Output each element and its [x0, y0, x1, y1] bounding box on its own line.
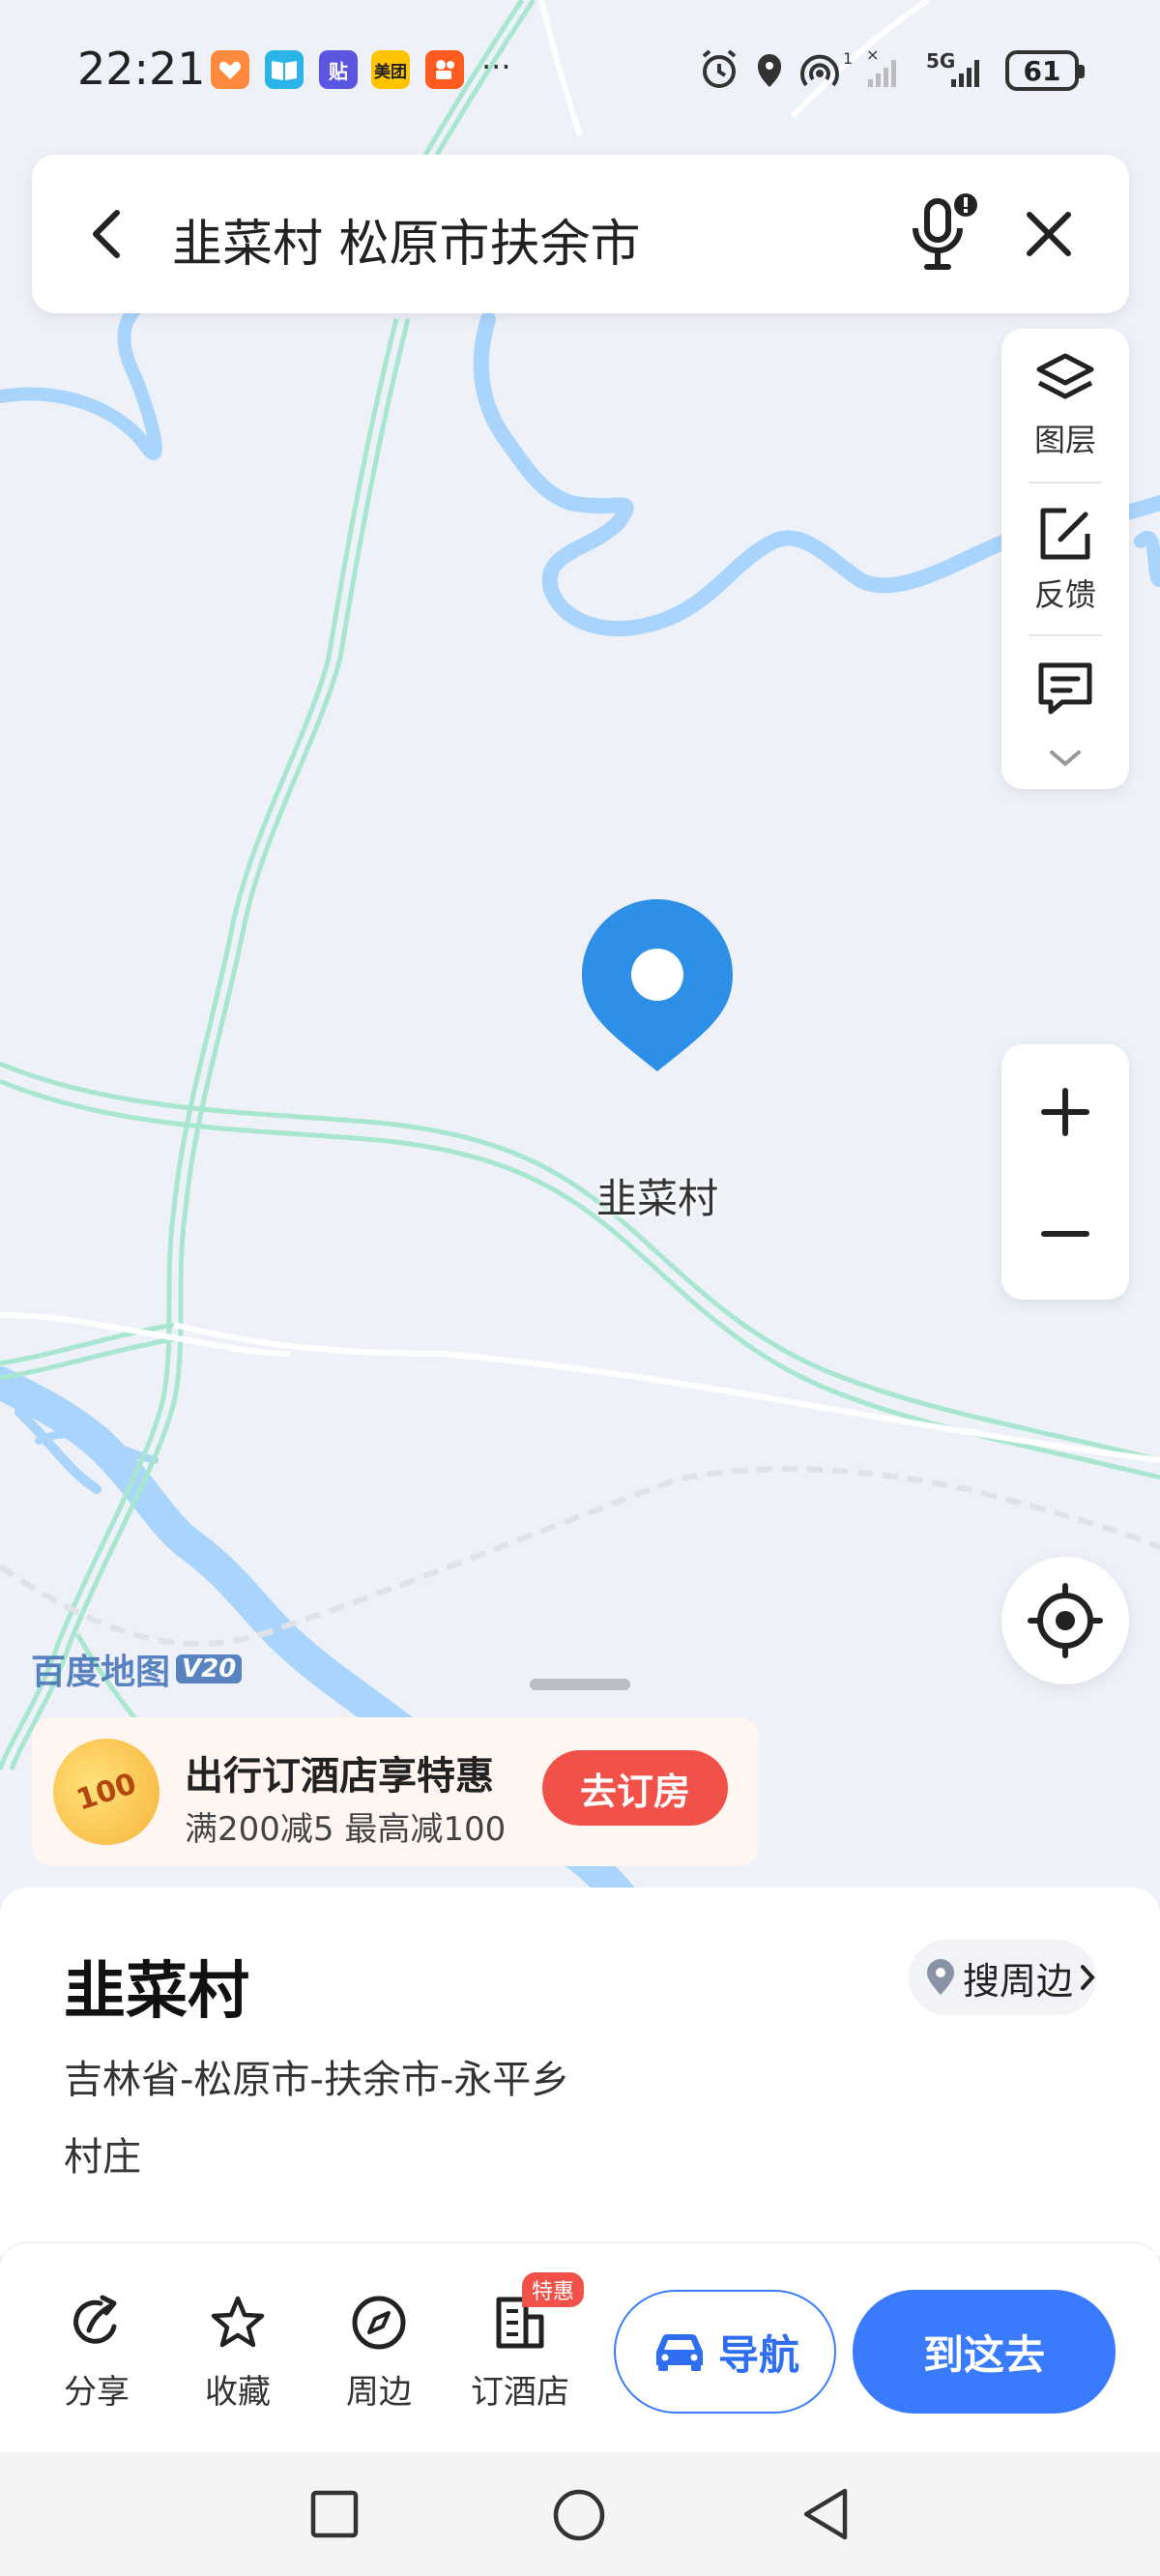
location-pin-icon	[582, 899, 733, 1071]
network-type-label: 5G	[926, 49, 955, 73]
car-icon	[655, 2334, 703, 2371]
pin-icon	[927, 1959, 954, 1995]
deal-badge: 特惠	[522, 2272, 585, 2307]
search-nearby-label: 搜周边	[963, 1959, 1074, 2003]
hotel-promo-banner[interactable]: 100 出行订酒店享特惠 满200减5 最高减100 去订房	[32, 1717, 759, 1866]
share-label: 分享	[64, 2373, 130, 2412]
more-notifications-icon: ···	[481, 48, 511, 85]
place-info-card: 韭菜村 搜周边 吉林省-松原市-扶余市-永平乡 村庄	[0, 1888, 1160, 2255]
place-category: 村庄	[64, 2135, 141, 2180]
status-time: 22:21	[77, 43, 206, 95]
chevron-down-icon[interactable]	[1048, 746, 1083, 770]
feedback-button[interactable]: 反馈	[1001, 505, 1129, 615]
status-bar: 22:21 贴 美团 ··· 1 × 5G 61	[0, 0, 1160, 145]
river	[1134, 531, 1160, 587]
reader-app-icon	[265, 50, 304, 89]
layers-icon	[1036, 353, 1094, 399]
go-here-button[interactable]: 到这去	[853, 2290, 1116, 2414]
search-nearby-button[interactable]: 搜周边	[909, 1940, 1096, 2015]
book-hotel-button[interactable]: 去订房	[542, 1750, 728, 1826]
share-button[interactable]: 分享	[39, 2294, 155, 2413]
zoom-out-icon[interactable]	[1036, 1205, 1094, 1263]
kuaishou-app-icon	[425, 50, 464, 89]
book-hotel-action-button[interactable]: 订酒店	[462, 2294, 578, 2413]
road	[0, 1312, 291, 1357]
hotel-label: 订酒店	[471, 2373, 569, 2412]
back-arrow-icon[interactable]	[80, 205, 138, 263]
drag-handle[interactable]	[530, 1679, 630, 1690]
svg-text:×: ×	[866, 46, 879, 64]
promo-subtitle: 满200减5 最高减100	[185, 1810, 507, 1849]
message-icon	[1038, 662, 1092, 715]
navigate-label: 导航	[717, 2330, 799, 2379]
feedback-label: 反馈	[1033, 576, 1096, 613]
location-icon	[758, 54, 781, 87]
microphone-icon[interactable]	[902, 191, 979, 278]
signal-strength-icon	[951, 60, 979, 87]
svg-text:1: 1	[843, 49, 853, 68]
home-circle-icon[interactable]	[551, 2487, 607, 2543]
signal-strength-icon	[868, 60, 896, 87]
meituan-app-icon: 美团	[371, 50, 410, 89]
messages-button[interactable]	[1001, 659, 1129, 721]
marker-label[interactable]: 韭菜村	[561, 1166, 754, 1225]
favorite-button[interactable]: 收藏	[180, 2294, 296, 2413]
hotspot-icon	[800, 54, 839, 87]
my-location-button[interactable]	[1001, 1557, 1129, 1684]
map-logo-text: 百度地图	[31, 1653, 171, 1692]
place-name: 韭菜村	[64, 1956, 249, 2028]
taobao-app-icon	[211, 50, 249, 89]
back-triangle-icon[interactable]	[798, 2485, 853, 2543]
alarm-icon	[702, 49, 737, 88]
edit-icon	[1040, 508, 1090, 560]
river	[0, 303, 162, 460]
nearby-label: 周边	[346, 2373, 412, 2412]
tieba-app-icon: 贴	[319, 50, 358, 89]
layers-button[interactable]: 图层	[1001, 350, 1129, 460]
coupon-badge: 100	[39, 1724, 174, 1859]
close-icon[interactable]	[1020, 205, 1078, 263]
system-navigation-bar	[0, 2452, 1160, 2576]
search-bar[interactable]: 韭菜村 松原市扶余市	[32, 155, 1129, 313]
road	[173, 1322, 1160, 1463]
navigate-button[interactable]: 导航	[614, 2290, 836, 2414]
map-brand-logo: 百度地图 V20	[31, 1644, 243, 1694]
battery-indicator: 61	[1005, 50, 1085, 91]
railway	[0, 1466, 1160, 1647]
share-icon	[73, 2295, 117, 2344]
layers-label: 图层	[1033, 422, 1096, 458]
compass-icon	[352, 2296, 406, 2350]
place-address: 吉林省-松原市-扶余市-永平乡	[64, 2058, 570, 2102]
action-bar: 分享 收藏 周边 订酒店 特惠 导航 到这去	[0, 2241, 1160, 2452]
nearby-button[interactable]: 周边	[321, 2294, 437, 2413]
zoom-controls	[1001, 1044, 1129, 1300]
map-tools-panel: 图层 反馈	[1001, 329, 1129, 789]
star-icon	[211, 2296, 265, 2348]
map-version-badge: V20	[176, 1654, 243, 1683]
zoom-in-icon[interactable]	[1036, 1083, 1094, 1141]
recents-square-icon[interactable]	[307, 2487, 362, 2541]
promo-title: 出行订酒店享特惠	[185, 1754, 494, 1799]
favorite-label: 收藏	[205, 2373, 271, 2412]
crosshair-icon	[1028, 1583, 1103, 1658]
search-query[interactable]: 韭菜村 松原市扶余市	[172, 203, 641, 276]
chevron-right-icon	[1081, 1965, 1095, 1990]
